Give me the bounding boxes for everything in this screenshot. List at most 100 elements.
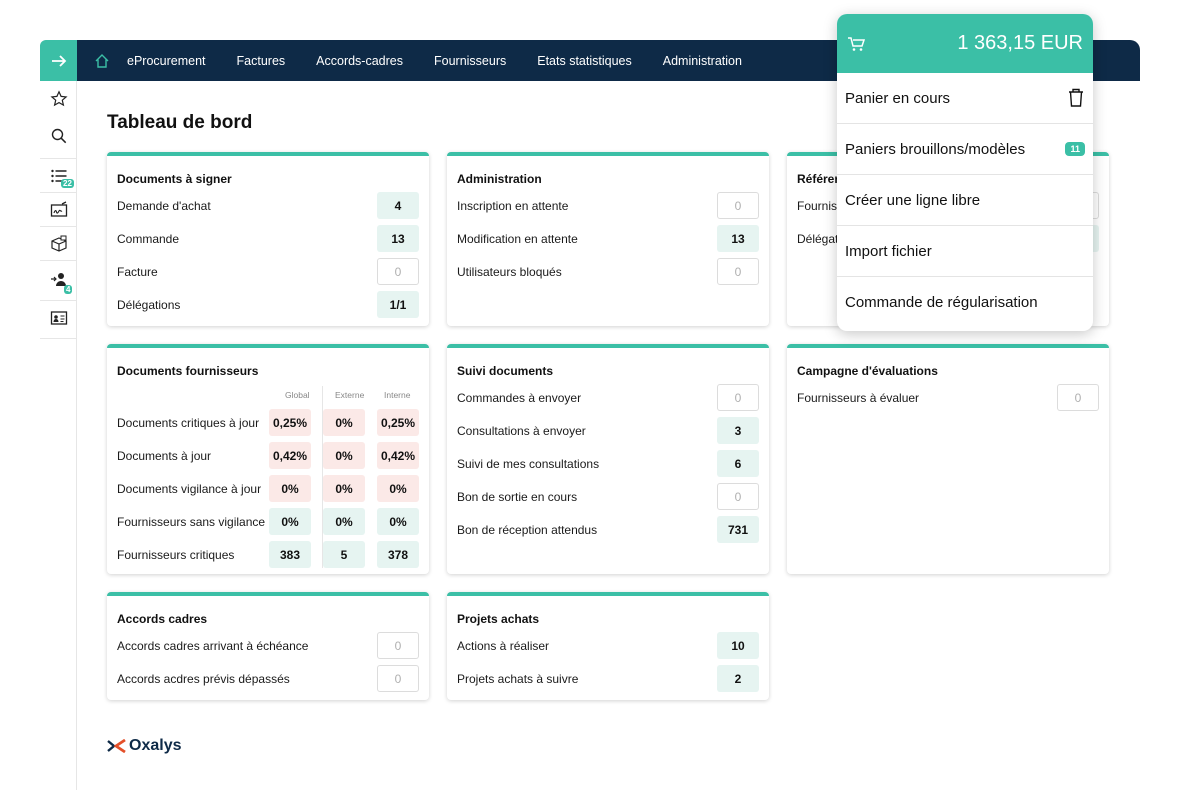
oxalys-logo: Oxalys xyxy=(107,737,181,755)
cart-total: 1 363,15 EUR xyxy=(957,32,1083,54)
list-item[interactable]: Accords cadres arrivant à échéance 0 xyxy=(117,632,419,659)
value-interne[interactable]: 0,25% xyxy=(377,409,419,436)
table-row[interactable]: Documents vigilance à jour 0% 0% 0% xyxy=(117,475,419,502)
count-value[interactable]: 0 xyxy=(717,258,759,285)
list-item[interactable]: Modification en attente 13 xyxy=(457,225,759,252)
table-row[interactable]: Fournisseurs critiques 383 5 378 xyxy=(117,541,419,568)
value-externe[interactable]: 5 xyxy=(323,541,365,568)
list-item[interactable]: Utilisateurs bloqués 0 xyxy=(457,258,759,285)
nav-etats-statistiques[interactable]: Etats statistiques xyxy=(537,54,632,68)
nav-accords-cadres[interactable]: Accords-cadres xyxy=(316,54,403,68)
value-interne[interactable]: 0% xyxy=(377,475,419,502)
value-global[interactable]: 0,42% xyxy=(269,442,311,469)
card-title: Accords cadres xyxy=(117,612,208,626)
nav-administration[interactable]: Administration xyxy=(663,54,742,68)
count-value[interactable]: 0 xyxy=(1057,384,1099,411)
left-rail: 22 4 xyxy=(40,40,77,790)
value-externe[interactable]: 0% xyxy=(323,442,365,469)
list-item[interactable]: Suivi de mes consultations 6 xyxy=(457,450,759,477)
row-label: Consultations à envoyer xyxy=(457,423,586,438)
nav-fournisseurs[interactable]: Fournisseurs xyxy=(434,54,506,68)
signature-button[interactable] xyxy=(40,196,77,224)
cart-header[interactable]: 1 363,15 EUR xyxy=(837,14,1093,73)
count-value[interactable]: 0 xyxy=(377,632,419,659)
value-global[interactable]: 0% xyxy=(269,508,311,535)
list-item[interactable]: Demande d'achat 4 xyxy=(117,192,419,219)
count-value[interactable]: 3 xyxy=(717,417,759,444)
value-externe[interactable]: 0% xyxy=(323,508,365,535)
favorites-button[interactable] xyxy=(40,85,77,113)
menu-item-import-fichier[interactable]: Import fichier xyxy=(837,226,1093,277)
column-header-interne: Interne xyxy=(384,390,411,400)
count-value[interactable]: 731 xyxy=(717,516,759,543)
value-interne[interactable]: 378 xyxy=(377,541,419,568)
card-title: Suivi documents xyxy=(457,364,554,378)
count-value[interactable]: 2 xyxy=(717,665,759,692)
value-externe[interactable]: 0% xyxy=(323,475,365,502)
card-administration: Administration Inscription en attente 0 M… xyxy=(447,152,769,326)
count-value[interactable]: 0 xyxy=(377,258,419,285)
list-item[interactable]: Délégations 1/1 xyxy=(117,291,419,318)
list-item[interactable]: Facture 0 xyxy=(117,258,419,285)
menu-item-commande-regularisation[interactable]: Commande de régularisation xyxy=(837,277,1093,328)
row-label: Modification en attente xyxy=(457,231,578,246)
logo-text: Oxalys xyxy=(129,737,182,754)
menu-item-panier-en-cours[interactable]: Panier en cours xyxy=(837,73,1093,124)
value-global[interactable]: 0,25% xyxy=(269,409,311,436)
count-value[interactable]: 4 xyxy=(377,192,419,219)
value-global[interactable]: 383 xyxy=(269,541,311,568)
row-label: Fournisseurs sans vigilance xyxy=(117,514,266,529)
count-value[interactable]: 13 xyxy=(717,225,759,252)
menu-item-paniers-brouillons[interactable]: Paniers brouillons/modèles 11 xyxy=(837,124,1093,175)
count-value[interactable]: 0 xyxy=(377,665,419,692)
list-item[interactable]: Accords acdres prévis dépassés 0 xyxy=(117,665,419,692)
nav-eprocurement[interactable]: eProcurement xyxy=(127,54,206,68)
count-value[interactable]: 10 xyxy=(717,632,759,659)
expand-menu-button[interactable] xyxy=(40,40,77,81)
value-interne[interactable]: 0% xyxy=(377,508,419,535)
list-item[interactable]: Actions à réaliser 10 xyxy=(457,632,759,659)
row-label: Fournisseurs à évaluer xyxy=(797,390,920,405)
table-row[interactable]: Documents critiques à jour 0,25% 0% 0,25% xyxy=(117,409,419,436)
row-label: Accords cadres arrivant à échéance xyxy=(117,638,309,653)
row-label: Commande xyxy=(117,231,180,246)
count-value[interactable]: 0 xyxy=(717,483,759,510)
menu-item-creer-ligne-libre[interactable]: Créer une ligne libre xyxy=(837,175,1093,226)
list-item[interactable]: Commandes à envoyer 0 xyxy=(457,384,759,411)
card-suivi-documents: Suivi documents Commandes à envoyer 0 Con… xyxy=(447,344,769,574)
list-item[interactable]: Inscription en attente 0 xyxy=(457,192,759,219)
card-documents-a-signer: Documents à signer Demande d'achat 4 Comm… xyxy=(107,152,429,326)
value-global[interactable]: 0% xyxy=(269,475,311,502)
count-value[interactable]: 13 xyxy=(377,225,419,252)
list-item[interactable]: Bon de sortie en cours 0 xyxy=(457,483,759,510)
trash-icon[interactable] xyxy=(1067,88,1085,108)
list-item[interactable]: Bon de réception attendus 731 xyxy=(457,516,759,543)
value-interne[interactable]: 0,42% xyxy=(377,442,419,469)
menu-item-label: Panier en cours xyxy=(845,89,951,107)
count-value[interactable]: 0 xyxy=(717,384,759,411)
home-button[interactable] xyxy=(83,53,121,69)
user-transfer-button[interactable]: 4 xyxy=(40,266,77,294)
column-header-global: Global xyxy=(285,390,310,400)
count-value[interactable]: 0 xyxy=(717,192,759,219)
table-row[interactable]: Fournisseurs sans vigilance 0% 0% 0% xyxy=(117,508,419,535)
contacts-button[interactable] xyxy=(40,304,77,332)
column-header-externe: Externe xyxy=(335,390,365,400)
list-item[interactable]: Fournisseurs à évaluer 0 xyxy=(797,384,1099,411)
row-label: Actions à réaliser xyxy=(457,638,550,653)
list-count-badge: 22 xyxy=(61,179,74,188)
catalog-button[interactable] xyxy=(40,230,77,258)
search-button[interactable] xyxy=(40,122,77,150)
value-externe[interactable]: 0% xyxy=(323,409,365,436)
signature-icon xyxy=(50,201,67,217)
list-item[interactable]: Consultations à envoyer 3 xyxy=(457,417,759,444)
list-item[interactable]: Projets achats à suivre 2 xyxy=(457,665,759,692)
page-title: Tableau de bord xyxy=(107,112,253,133)
list-button[interactable]: 22 xyxy=(40,162,77,190)
card-title: Administration xyxy=(457,172,542,186)
table-row[interactable]: Documents à jour 0,42% 0% 0,42% xyxy=(117,442,419,469)
list-item[interactable]: Commande 13 xyxy=(117,225,419,252)
count-value[interactable]: 6 xyxy=(717,450,759,477)
nav-factures[interactable]: Factures xyxy=(237,54,286,68)
count-value[interactable]: 1/1 xyxy=(377,291,419,318)
